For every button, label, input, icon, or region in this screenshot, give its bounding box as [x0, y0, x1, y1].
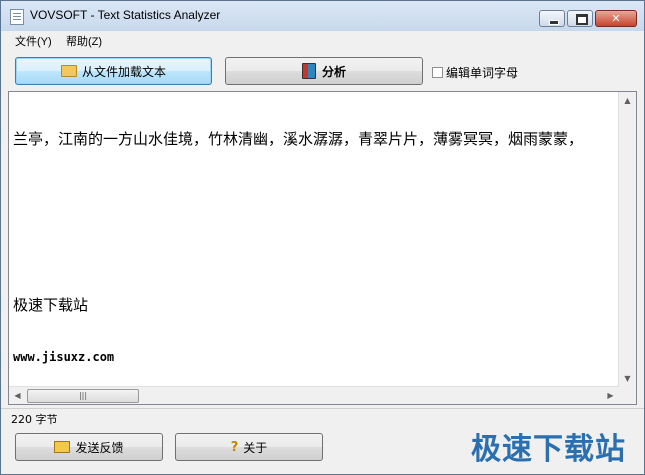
- about-label: 关于: [243, 440, 268, 455]
- folder-icon: [60, 65, 77, 77]
- load-file-label: 从文件加载文本: [81, 64, 166, 79]
- menu-file[interactable]: 文件(Y): [15, 33, 52, 49]
- scrollbar-corner: [619, 387, 636, 404]
- minimize-button[interactable]: [539, 10, 565, 27]
- byte-count: 220 字节: [11, 413, 58, 426]
- editor-line: 兰亭，江南的一方山水佳境，竹林清幽，溪水潺潺，青翠片片，薄雾冥冥，烟雨蒙蒙，: [13, 130, 584, 148]
- vertical-scrollbar[interactable]: ▲ ▼: [618, 92, 636, 387]
- question-icon: ?: [230, 439, 239, 455]
- editor-line: 极速下载站: [13, 296, 89, 314]
- app-window: VOVSOFT - Text Statistics Analyzer ✕ 文件(…: [0, 0, 645, 475]
- analyze-label: 分析: [321, 64, 346, 79]
- close-button[interactable]: ✕: [595, 10, 637, 27]
- edit-word-letters-label: 编辑单词字母: [446, 66, 519, 80]
- load-file-button[interactable]: 从文件加载文本: [15, 57, 212, 85]
- text-editor[interactable]: 兰亭，江南的一方山水佳境，竹林清幽，溪水潺潺，青翠片片，薄雾冥冥，烟雨蒙蒙， 极…: [8, 91, 637, 405]
- about-button[interactable]: ? 关于: [175, 433, 323, 461]
- editor-line: www.jisuxz.com: [13, 350, 115, 364]
- app-document-icon: [10, 9, 24, 25]
- watermark-logo: 极速下载站: [471, 432, 626, 467]
- window-controls: ✕: [537, 10, 637, 27]
- send-feedback-button[interactable]: 发送反馈: [15, 433, 163, 461]
- editor-content[interactable]: 兰亭，江南的一方山水佳境，竹林清幽，溪水潺潺，青翠片片，薄雾冥冥，烟雨蒙蒙， 极…: [13, 94, 617, 388]
- title-bar[interactable]: VOVSOFT - Text Statistics Analyzer ✕: [1, 1, 644, 31]
- horizontal-scroll-thumb[interactable]: |||: [27, 389, 139, 403]
- menu-help[interactable]: 帮助(Z): [66, 33, 102, 49]
- scroll-up-icon[interactable]: ▲: [619, 92, 636, 109]
- maximize-button[interactable]: [567, 10, 593, 27]
- edit-word-letters-option[interactable]: 编辑单词字母: [432, 64, 518, 81]
- edit-word-letters-checkbox[interactable]: [432, 67, 443, 78]
- scroll-right-icon[interactable]: ▶: [602, 387, 619, 404]
- send-feedback-label: 发送反馈: [75, 440, 124, 455]
- book-icon: [301, 63, 316, 79]
- analyze-button[interactable]: 分析: [225, 57, 423, 85]
- mail-icon: [54, 441, 71, 453]
- scroll-down-icon[interactable]: ▼: [619, 370, 636, 387]
- menu-bar: 文件(Y) 帮助(Z): [1, 31, 644, 50]
- horizontal-scrollbar[interactable]: ◀ ||| ▶: [9, 386, 619, 404]
- scroll-left-icon[interactable]: ◀: [9, 387, 26, 404]
- editor-line-blank: [13, 184, 617, 202]
- window-title: VOVSOFT - Text Statistics Analyzer: [30, 8, 221, 22]
